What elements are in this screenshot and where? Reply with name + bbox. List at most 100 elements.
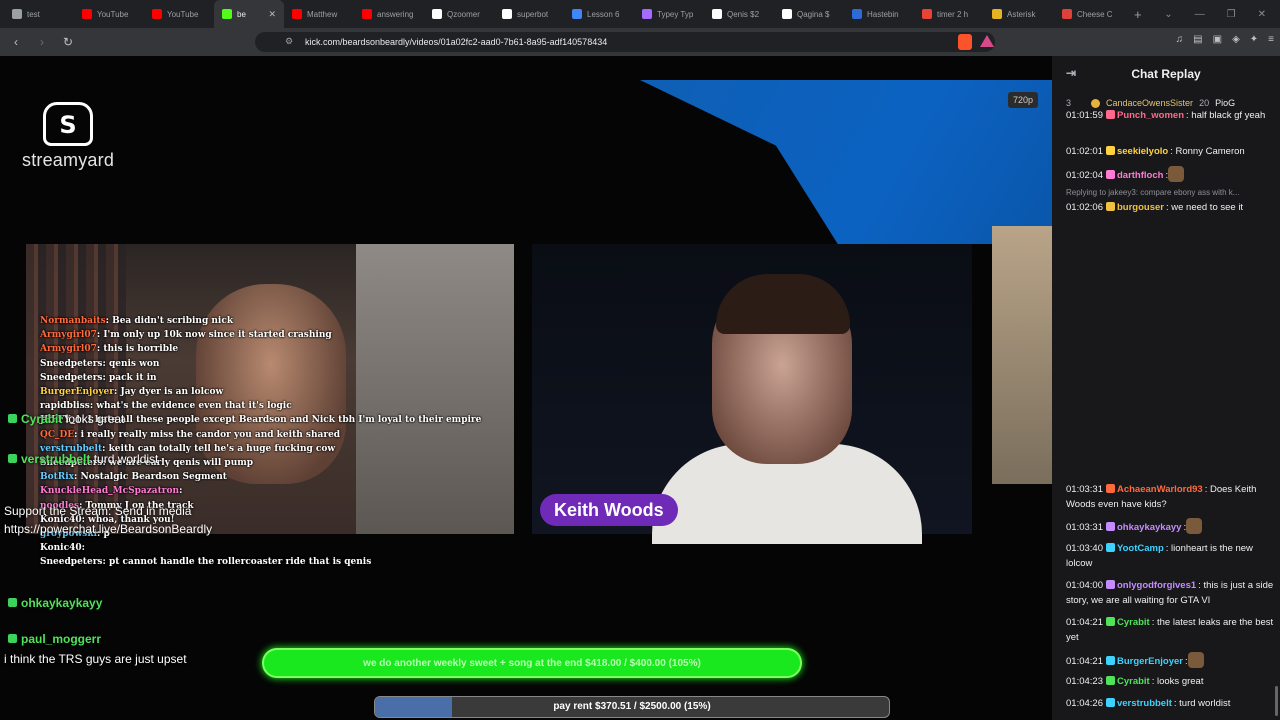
tab-favicon-icon bbox=[502, 9, 512, 19]
chat-username[interactable]: Cyrabit bbox=[1117, 676, 1150, 687]
chat-username[interactable]: ohkaykaykayy bbox=[1117, 522, 1181, 533]
browser-tab[interactable]: Qagina $ bbox=[774, 0, 844, 28]
maximize-icon[interactable]: ❐ bbox=[1227, 9, 1236, 20]
browser-tab[interactable]: superbot bbox=[494, 0, 564, 28]
user-badge-icon bbox=[1105, 522, 1115, 531]
tab-favicon-icon bbox=[1062, 9, 1072, 19]
browser-tab[interactable]: answering bbox=[354, 0, 424, 28]
chat-message: 01:04:00 onlygodforgives1: this is just a… bbox=[1066, 578, 1274, 608]
video-player[interactable]: 720p S streamyard Keith Woods Normanbait… bbox=[0, 56, 1052, 720]
chat-username[interactable]: AchaeanWarlord93 bbox=[1117, 484, 1203, 495]
gold-badge-icon bbox=[1091, 98, 1101, 108]
tab-favicon-icon bbox=[782, 9, 792, 19]
tab-favicon-icon bbox=[572, 9, 582, 19]
chat-username[interactable]: onlygodforgives1 bbox=[1117, 580, 1196, 591]
chat-text: : half black gf yeah bbox=[1186, 110, 1266, 121]
user-badge-icon bbox=[1105, 202, 1115, 211]
overlay-chat-user: Sneedpeters bbox=[40, 358, 103, 369]
minimize-icon[interactable]: — bbox=[1195, 9, 1205, 20]
overlay-chat-line: Armygirl07: I'm only up 10k now since it… bbox=[0, 328, 520, 342]
quality-badge[interactable]: 720p bbox=[1007, 92, 1038, 108]
user-badge-icon bbox=[1105, 543, 1115, 552]
browser-tab[interactable]: test bbox=[4, 0, 74, 28]
overlay-chat-line: KnuckleHead_McSpazatron: bbox=[0, 484, 520, 498]
browser-tab[interactable]: YouTube bbox=[74, 0, 144, 28]
forward-icon[interactable]: › bbox=[32, 35, 52, 49]
leaderboard-user: CandaceOwensSister bbox=[1106, 98, 1194, 108]
url-field[interactable]: ⚙ kick.com/beardsonbeardly/videos/01a02f… bbox=[255, 32, 995, 52]
chat-username[interactable]: Punch_women bbox=[1117, 110, 1184, 121]
chat-username[interactable]: BurgerEnjoyer bbox=[1117, 656, 1183, 667]
overlay-chat-user: Sneedpeters bbox=[40, 557, 103, 568]
chat-scrollbar[interactable] bbox=[1275, 686, 1278, 716]
reload-icon[interactable]: ↻ bbox=[58, 35, 78, 49]
brave-rewards-icon[interactable] bbox=[980, 35, 994, 47]
media-icon[interactable]: ♫ bbox=[1176, 34, 1184, 45]
browser-tab[interactable]: Hastebin bbox=[844, 0, 914, 28]
tab-label: Asterisk bbox=[1007, 9, 1036, 19]
browser-tab[interactable]: Cheese C bbox=[1054, 0, 1124, 28]
collapse-chat-icon[interactable]: ⇥ bbox=[1066, 66, 1076, 80]
user-badge-icon bbox=[1105, 146, 1115, 155]
sidebar-icon[interactable]: ▤ bbox=[1193, 34, 1202, 45]
chat-message: 01:03:31 ohkaykaykayy: bbox=[1066, 518, 1274, 535]
chat-message: 01:02:04 darthfloch: bbox=[1066, 166, 1274, 183]
overlay-chat-user: Armygirl07 bbox=[40, 344, 97, 355]
browser-tab[interactable]: Lesson 6 bbox=[564, 0, 634, 28]
browser-tab[interactable]: Typey Typ bbox=[634, 0, 704, 28]
overlay-chat-text: : pack it in bbox=[102, 372, 157, 383]
user-badge-icon bbox=[1105, 110, 1115, 119]
chat-timestamp: 01:04:21 bbox=[1066, 656, 1103, 667]
user-badge-icon bbox=[1105, 698, 1115, 707]
tab-close-icon[interactable]: ✕ bbox=[268, 9, 276, 20]
overlay-chat-line: Sneedpeters: pack it in bbox=[0, 371, 520, 385]
browser-tab[interactable]: be ✕ bbox=[214, 0, 284, 28]
tab-label: YouTube bbox=[167, 9, 199, 19]
chat-username[interactable]: seekielyolo bbox=[1117, 146, 1168, 157]
chat-username[interactable]: verstrubbelt bbox=[1117, 698, 1172, 709]
browser-tab[interactable]: Qenis $2 bbox=[704, 0, 774, 28]
tab-favicon-icon bbox=[992, 9, 1002, 19]
chat-message: 01:01:59 Punch_women: half black gf yeah bbox=[1066, 108, 1274, 123]
extensions-icon[interactable]: ✦ bbox=[1250, 34, 1258, 45]
site-info-icon[interactable]: ⚙ bbox=[285, 36, 297, 48]
chat-message: 01:04:23 Cyrabit: looks great bbox=[1066, 674, 1274, 689]
new-tab-icon[interactable]: + bbox=[1124, 7, 1152, 22]
alert-user-2: verstrubbelt turd worldist bbox=[8, 452, 158, 466]
tab-favicon-icon bbox=[432, 9, 442, 19]
browser-tab[interactable]: timer 2 h bbox=[914, 0, 984, 28]
tab-label: answering bbox=[377, 9, 414, 19]
leaderboard-count: 20 bbox=[1199, 98, 1210, 108]
overlay-chat-line: BotRix: Nostalgic Beardson Segment bbox=[0, 470, 520, 484]
close-window-icon[interactable]: ✕ bbox=[1258, 9, 1266, 20]
vpn-icon[interactable]: ◈ bbox=[1232, 34, 1240, 45]
menu-icon[interactable]: ≡ bbox=[1268, 34, 1274, 45]
chat-timestamp: 01:03:31 bbox=[1066, 484, 1103, 495]
chat-message: 01:04:21 Cyrabit: the latest leaks are th… bbox=[1066, 615, 1274, 645]
tab-label: Typey Typ bbox=[657, 9, 694, 19]
tab-favicon-icon bbox=[922, 9, 932, 19]
wallet-icon[interactable]: ▣ bbox=[1213, 34, 1222, 45]
browser-tab[interactable]: Asterisk bbox=[984, 0, 1054, 28]
chat-timestamp: 01:02:01 bbox=[1066, 146, 1103, 157]
chat-timestamp: 01:04:21 bbox=[1066, 617, 1103, 628]
chat-username[interactable]: darthfloch bbox=[1117, 170, 1163, 181]
tab-favicon-icon bbox=[292, 9, 302, 19]
chat-replay-panel: ⇥ Chat Replay 3 CandaceOwensSister 20 Pi… bbox=[1052, 56, 1280, 720]
browser-tab[interactable]: Matthew bbox=[284, 0, 354, 28]
chat-username[interactable]: Cyrabit bbox=[1117, 617, 1150, 628]
browser-tab[interactable]: YouTube bbox=[144, 0, 214, 28]
chat-timestamp: 01:02:06 bbox=[1066, 202, 1103, 213]
overlay-chat-line: QC_DE: i really really miss the candor y… bbox=[0, 428, 520, 442]
back-icon[interactable]: ‹ bbox=[6, 35, 26, 49]
browser-tab[interactable]: Qzoomer bbox=[424, 0, 494, 28]
chat-username[interactable]: YootCamp bbox=[1117, 543, 1164, 554]
tab-favicon-icon bbox=[222, 9, 232, 19]
chevron-down-icon[interactable]: ⌄ bbox=[1164, 9, 1172, 20]
chat-username[interactable]: burgouser bbox=[1117, 202, 1164, 213]
brave-shields-icon[interactable] bbox=[958, 34, 972, 50]
user-badge-icon bbox=[1105, 656, 1115, 665]
webcam-middle bbox=[532, 244, 972, 544]
chat-message: 01:02:06 burgouser: we need to see it bbox=[1066, 200, 1274, 215]
goal-bar-rent: pay rent $370.51 / $2500.00 (15%) bbox=[374, 696, 890, 718]
